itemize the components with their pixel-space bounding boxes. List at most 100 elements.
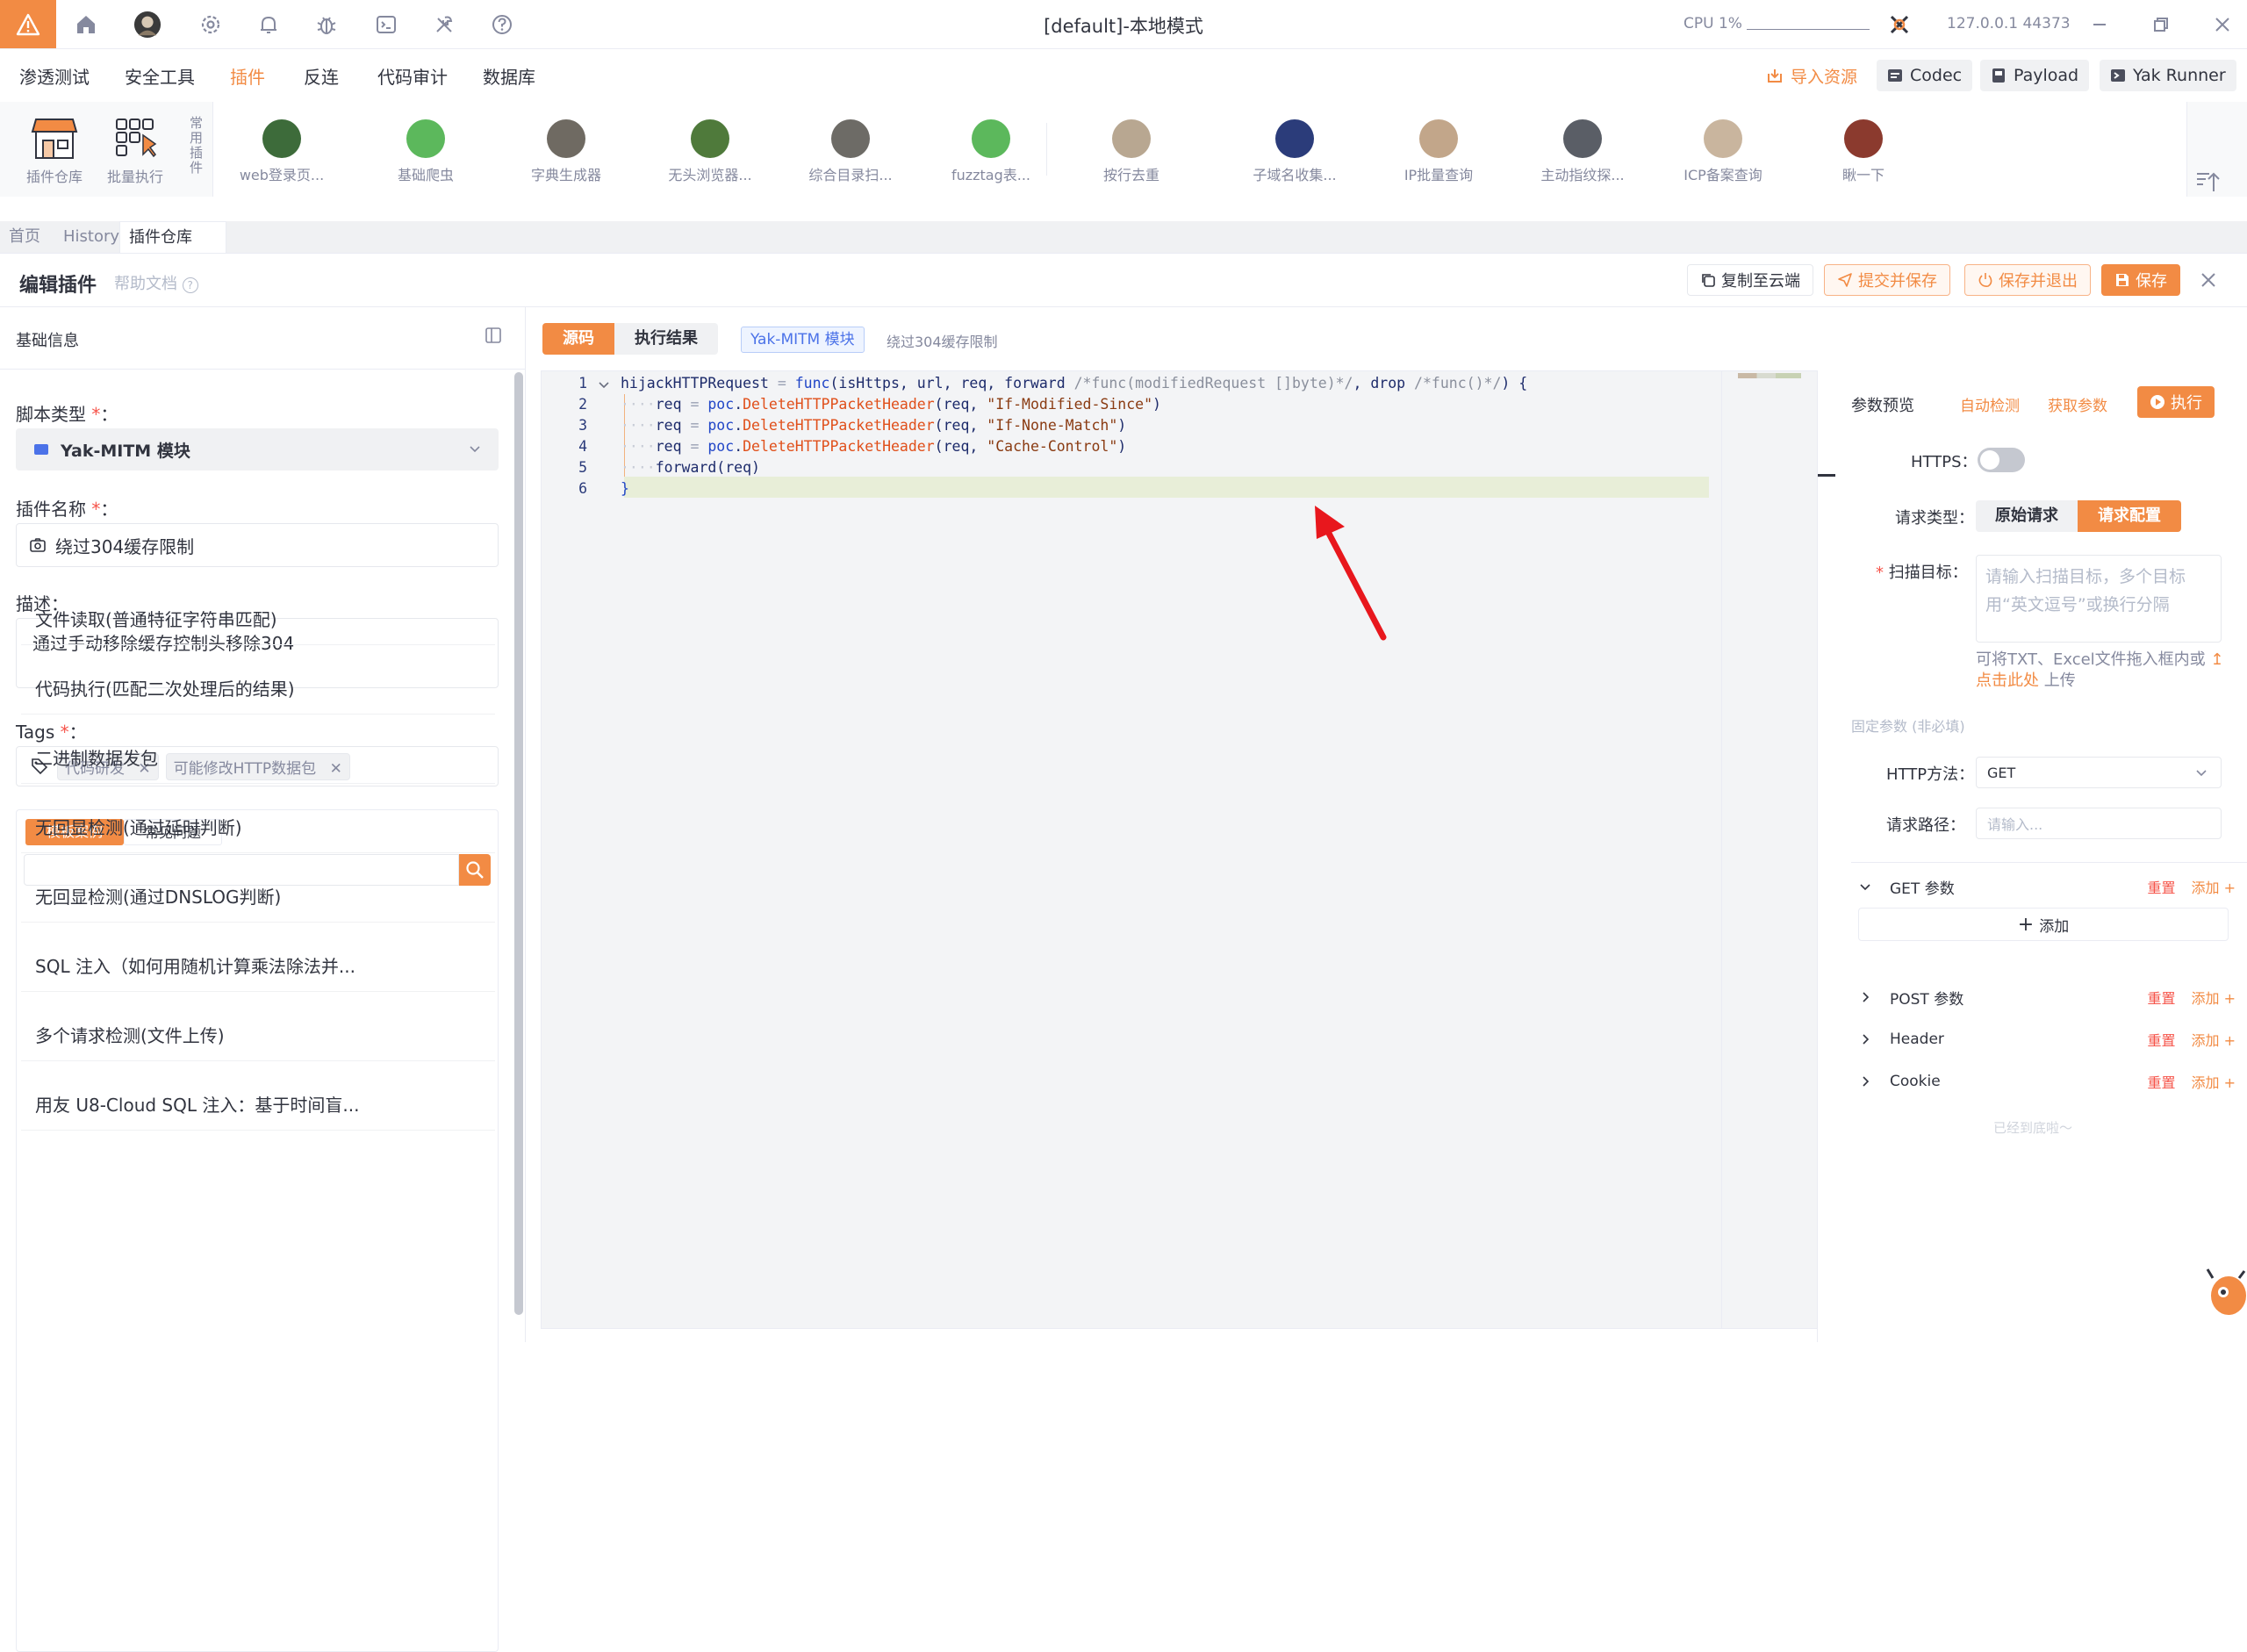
run-button[interactable]: 执行 <box>2137 386 2215 418</box>
common-plugin-item[interactable]: 字典生成器 <box>513 119 619 184</box>
collapse-panel-icon[interactable] <box>485 327 502 348</box>
tab-home[interactable]: 首页 <box>0 221 49 253</box>
user-avatar[interactable] <box>133 11 162 39</box>
menu-security-tools[interactable]: 安全工具 <box>125 63 195 89</box>
menu-plugins[interactable]: 插件 <box>230 63 265 89</box>
save-exit-label: 保存并退出 <box>1999 272 2078 291</box>
code-editor[interactable]: 1 hijackHTTPRequest = func(isHttps, url, … <box>541 370 1819 1329</box>
plugin-avatar <box>831 119 870 158</box>
plugin-name-input[interactable]: 绕过304缓存限制 <box>16 523 499 567</box>
tag-remove-icon[interactable]: ✕ <box>330 760 342 778</box>
minimize-icon[interactable] <box>2085 11 2114 39</box>
param-reset-link[interactable]: 重置 <box>2147 987 2175 1008</box>
common-plugin-item[interactable]: 瞅一下 <box>1811 119 1916 184</box>
method-select[interactable]: GET <box>1976 757 2222 788</box>
template-item[interactable]: 二进制数据发包 <box>35 744 158 770</box>
template-item[interactable]: SQL 注入（如何用随机计算乘法除法并... <box>35 952 355 978</box>
engine-status-icon[interactable] <box>1885 11 1913 39</box>
tab-result[interactable]: 执行结果 <box>614 323 718 355</box>
yak-runner-button[interactable]: Yak Runner <box>2100 60 2236 91</box>
param-section-header[interactable]: Cookie 重置 添加 + <box>1858 1066 2236 1097</box>
common-plugin-item[interactable]: IP批量查询 <box>1386 119 1491 184</box>
param-section-header[interactable]: GET 参数 重置 添加 + <box>1858 871 2236 902</box>
param-add-link[interactable]: 添加 + <box>2191 1071 2236 1092</box>
save-exit-button[interactable]: 保存并退出 <box>1964 264 2091 296</box>
fold-chevron-icon[interactable] <box>598 378 610 395</box>
common-plugin-item[interactable]: 按行去重 <box>1079 119 1184 184</box>
param-reset-link[interactable]: 重置 <box>2147 876 2175 897</box>
common-plugin-item[interactable]: 基础爬虫 <box>373 119 478 184</box>
template-item[interactable]: 无回显检测(通过延时判断) <box>35 814 242 839</box>
tab-plugin-store[interactable]: 插件仓库 ✕ <box>119 221 226 278</box>
template-item[interactable]: 文件读取(普通特征字符串匹配) <box>35 606 277 631</box>
param-add-link[interactable]: 添加 + <box>2191 987 2236 1008</box>
param-section-title: Header <box>1890 1031 1944 1048</box>
template-search-input[interactable] <box>24 854 459 886</box>
plugin-avatar <box>691 119 729 158</box>
req-raw-button[interactable]: 原始请求 <box>1976 500 2078 532</box>
save-button[interactable]: 保存 <box>2101 264 2180 296</box>
param-section-header[interactable]: Header 重置 添加 + <box>1858 1024 2236 1055</box>
common-plugin-item[interactable]: 主动指纹探... <box>1530 119 1635 184</box>
common-plugin-item[interactable]: 子域名收集... <box>1242 119 1347 184</box>
template-item[interactable]: 代码执行(匹配二次处理后的结果) <box>35 675 295 700</box>
get-params-link[interactable]: 获取参数 <box>2048 393 2107 415</box>
plugin-name: IP批量查询 <box>1403 167 1474 183</box>
terminal-icon[interactable] <box>372 11 400 39</box>
template-item[interactable]: 多个请求检测(文件上传) <box>35 1022 225 1047</box>
menu-pentest[interactable]: 渗透测试 <box>19 63 90 89</box>
warning-button[interactable] <box>0 0 56 48</box>
menu-code-audit[interactable]: 代码审计 <box>377 63 448 89</box>
submit-save-button[interactable]: 提交并保存 <box>1824 264 1950 296</box>
codec-button[interactable]: Codec <box>1877 60 1973 91</box>
template-item[interactable]: 用友 U8-Cloud SQL 注入：基于时间盲... <box>35 1091 359 1117</box>
param-add-link[interactable]: 添加 + <box>2191 1029 2236 1050</box>
left-scrollbar[interactable] <box>514 372 523 1315</box>
common-plugin-item[interactable]: ICP备案查询 <box>1670 119 1776 184</box>
req-config-button[interactable]: 请求配置 <box>2078 500 2181 532</box>
param-add-link[interactable]: 添加 + <box>2191 876 2236 897</box>
tools-icon[interactable] <box>430 11 458 39</box>
bell-icon[interactable] <box>255 11 283 39</box>
tab-history[interactable]: History <box>54 221 128 253</box>
batch-exec-button[interactable]: 批量执行 <box>100 116 170 186</box>
param-reset-link[interactable]: 重置 <box>2147 1071 2175 1092</box>
path-input[interactable]: 请输入... <box>1976 808 2222 839</box>
param-section-header[interactable]: POST 参数 重置 添加 + <box>1858 981 2236 1013</box>
copy-to-cloud-button[interactable]: 复制至云端 <box>1687 264 1813 296</box>
target-textarea[interactable]: 请输入扫描目标，多个目标用“英文逗号”或换行分隔 <box>1976 555 2222 643</box>
param-add-label: 添加 <box>2191 990 2220 1007</box>
import-resource-button[interactable]: 导入资源 <box>1755 60 1868 91</box>
common-plugin-item[interactable]: 无头浏览器... <box>657 119 763 184</box>
search-button[interactable] <box>459 854 491 886</box>
import-icon <box>1768 69 1782 83</box>
yak-mascot[interactable] <box>2204 1266 2247 1318</box>
script-type-select[interactable]: Yak-MITM 模块 <box>16 428 499 470</box>
question-icon: ? <box>182 277 198 293</box>
menu-database[interactable]: 数据库 <box>483 63 535 89</box>
bug-icon[interactable] <box>312 11 341 39</box>
close-editor-icon[interactable] <box>2200 271 2217 292</box>
common-plugin-item[interactable]: 综合目录扫... <box>798 119 903 184</box>
settings-icon[interactable] <box>197 11 225 39</box>
https-toggle[interactable] <box>1978 448 2025 472</box>
upload-link[interactable]: 点击此处 <box>1976 672 2039 690</box>
tab-source[interactable]: 源码 <box>542 323 614 355</box>
template-item[interactable]: 无回显检测(通过DNSLOG判断) <box>35 883 281 909</box>
menu-reverse[interactable]: 反连 <box>304 63 339 89</box>
help-doc-link[interactable]: 帮助文档 ? <box>114 271 198 294</box>
sort-icon[interactable] <box>2194 169 2221 198</box>
payload-button[interactable]: Payload <box>1980 60 2090 91</box>
add-param-row[interactable]: + 添加 <box>1858 908 2229 941</box>
param-reset-link[interactable]: 重置 <box>2147 1029 2175 1050</box>
help-icon[interactable] <box>488 11 516 39</box>
home-icon[interactable] <box>72 11 100 39</box>
upload-hint: 可将TXT、Excel文件拖入框内或 ↥ 点击此处 上传 <box>1976 650 2227 692</box>
engine-address: 127.0.0.1 44373 <box>1947 15 2071 32</box>
common-plugin-item[interactable]: web登录页... <box>229 119 334 184</box>
restore-icon[interactable] <box>2147 11 2175 39</box>
common-plugin-item[interactable]: fuzztag表... <box>938 119 1044 184</box>
plugin-store-button[interactable]: 插件仓库 <box>19 116 90 186</box>
close-window-icon[interactable] <box>2208 11 2236 39</box>
auto-detect-link[interactable]: 自动检测 <box>1960 393 2020 415</box>
